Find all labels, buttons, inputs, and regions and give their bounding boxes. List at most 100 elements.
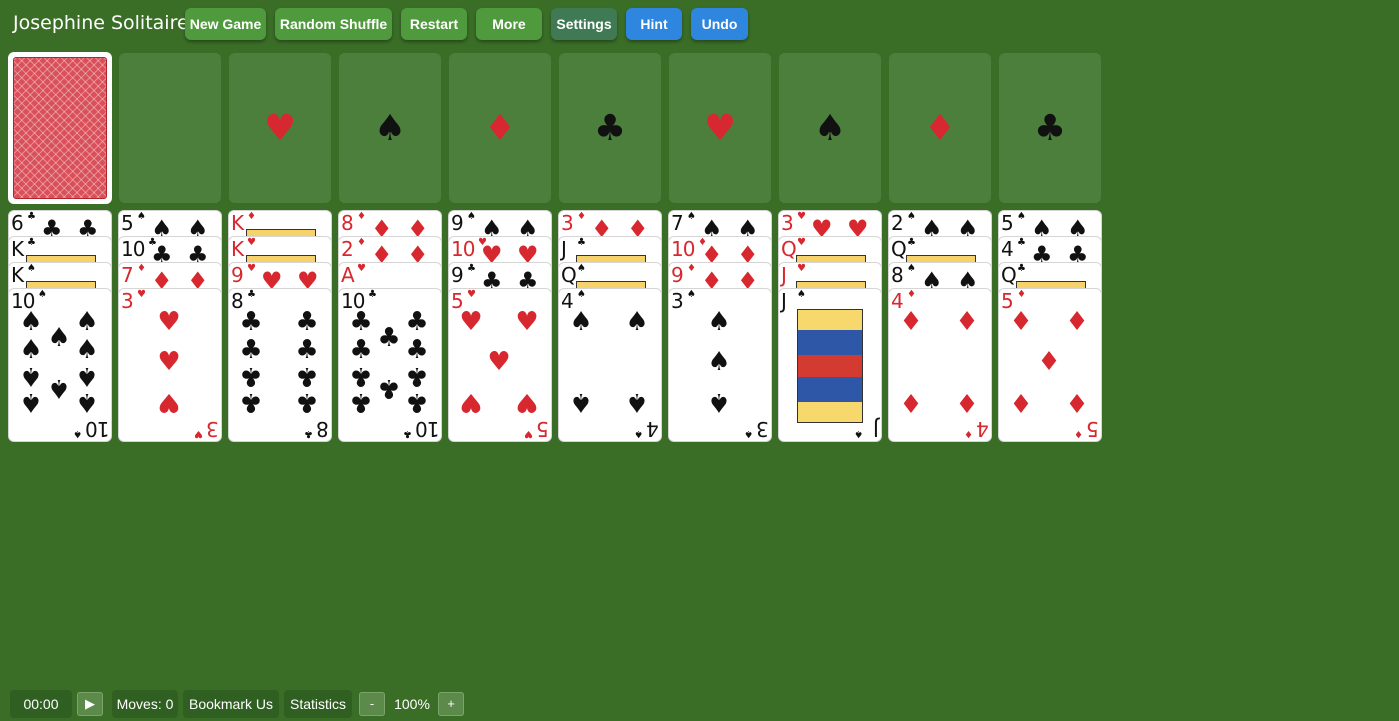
card-pip-icon: ♥ xyxy=(459,307,483,337)
statistics-button[interactable]: Statistics xyxy=(284,690,352,718)
card-pip-icon: ♠ xyxy=(625,307,649,337)
card-suit-bottom-icon: ♥ xyxy=(524,428,533,439)
playing-card[interactable]: 4 ♠ ♠ ♠ ♠ ♠ 4 ♠ xyxy=(559,289,661,441)
waste-pile[interactable] xyxy=(119,53,221,203)
card-suit-icon: ♥ xyxy=(797,211,806,222)
foundation-slot[interactable]: ♦ xyxy=(449,53,551,203)
card-suit-icon: ♥ xyxy=(137,289,146,300)
play-icon[interactable]: ▶ xyxy=(77,692,103,716)
card-suit-icon: ♠ xyxy=(1017,211,1026,222)
card-rank: 9 xyxy=(671,263,684,287)
card-rank: 10 xyxy=(451,237,475,261)
card-suit-icon: ♠ xyxy=(577,289,586,300)
foundation-slot[interactable]: ♠ xyxy=(779,53,881,203)
foundation-suit-icon: ♦ xyxy=(483,108,517,149)
foundation-suit-icon: ♥ xyxy=(703,108,737,149)
card-pip-icon: ♣ xyxy=(295,387,319,417)
undo-button[interactable]: Undo xyxy=(691,8,748,40)
zoom-out-button[interactable]: - xyxy=(359,692,385,716)
more-button[interactable]: More xyxy=(476,8,542,40)
card-rank: Q xyxy=(891,237,907,261)
card-pip-icon: ♣ xyxy=(349,361,373,391)
card-pip-icon: ♠ xyxy=(569,307,593,337)
card-suit-icon: ♥ xyxy=(797,237,806,248)
settings-button[interactable]: Settings xyxy=(551,8,617,40)
playing-card[interactable]: J ♠ J ♠ xyxy=(779,289,881,441)
playing-card[interactable]: 4 ♦ ♦ ♦ ♦ ♦ 4 ♦ xyxy=(889,289,991,441)
card-rank: K xyxy=(231,211,244,235)
card-suit-icon: ♦ xyxy=(687,263,696,274)
status-bar: 00:00 ▶ Moves: 0 Bookmark Us Statistics … xyxy=(0,690,1399,718)
card-rank: A xyxy=(341,263,355,287)
playing-card[interactable]: 5 ♦ ♦ ♦ ♦ ♦ ♦ 5 ♦ xyxy=(999,289,1101,441)
card-suit-icon: ♥ xyxy=(357,263,366,274)
face-card-art xyxy=(797,309,863,423)
card-pip-icon: ♣ xyxy=(349,335,373,365)
card-suit-icon: ♥ xyxy=(467,289,476,300)
playing-card[interactable]: 3 ♥ ♥ ♥ ♥ 3 ♥ xyxy=(119,289,221,441)
zoom-in-button[interactable]: + xyxy=(438,692,464,716)
card-rank: 9 xyxy=(231,263,244,287)
card-rank: 6 xyxy=(11,211,24,235)
zoom-level: 100% xyxy=(394,696,430,712)
card-pip-icon: ♣ xyxy=(349,387,373,417)
card-rank: 8 xyxy=(341,211,354,235)
foundation-slot[interactable]: ♣ xyxy=(559,53,661,203)
card-pip-icon: ♣ xyxy=(239,387,263,417)
restart-button[interactable]: Restart xyxy=(401,8,467,40)
foundation-suit-icon: ♥ xyxy=(263,108,297,149)
bookmark-button[interactable]: Bookmark Us xyxy=(183,690,279,718)
foundation-slot[interactable]: ♠ xyxy=(339,53,441,203)
new-game-button[interactable]: New Game xyxy=(185,8,266,40)
foundation-slot[interactable]: ♦ xyxy=(889,53,991,203)
card-pip-icon: ♠ xyxy=(47,323,71,353)
app-title: Josephine Solitaire xyxy=(13,12,189,34)
playing-card[interactable]: 10 ♣ ♣ ♣ ♣ ♣ ♣ ♣ ♣ ♣ ♣ ♣ 10 ♣ xyxy=(339,289,441,441)
hint-button[interactable]: Hint xyxy=(626,8,682,40)
card-pip-icon: ♣ xyxy=(239,307,263,337)
foundation-slot[interactable]: ♣ xyxy=(999,53,1101,203)
card-pip-icon: ♠ xyxy=(75,307,99,337)
card-pip-icon: ♣ xyxy=(239,335,263,365)
random-shuffle-button[interactable]: Random Shuffle xyxy=(275,8,392,40)
foundation-slot[interactable]: ♥ xyxy=(669,53,771,203)
card-suit-icon: ♦ xyxy=(1017,289,1026,300)
tableau-pile: 7 ♠ ♠ ♠ 10 ♦ ♦ ♦ 9 ♦ ♦ ♦ 3 ♠ ♠ ♠ ♠ 3 ♠ xyxy=(669,211,771,443)
card-rank: 7 xyxy=(121,263,134,287)
card-suit-icon: ♠ xyxy=(797,289,806,300)
card-rank: 3 xyxy=(561,211,574,235)
card-rank: 3 xyxy=(671,289,684,313)
card-suit-bottom-icon: ♠ xyxy=(744,428,753,439)
card-suit-bottom-icon: ♣ xyxy=(403,428,412,439)
card-suit-icon: ♣ xyxy=(1017,263,1026,274)
card-rank: 3 xyxy=(121,289,134,313)
playing-card[interactable]: 8 ♣ ♣ ♣ ♣ ♣ ♣ ♣ ♣ ♣ 8 ♣ xyxy=(229,289,331,441)
playing-card[interactable]: 5 ♥ ♥ ♥ ♥ ♥ ♥ 5 ♥ xyxy=(449,289,551,441)
card-suit-icon: ♠ xyxy=(907,211,916,222)
card-pip-icon: ♦ xyxy=(899,387,923,417)
card-pip-icon: ♣ xyxy=(295,307,319,337)
card-pip-icon: ♦ xyxy=(1065,387,1089,417)
card-pip-icon: ♣ xyxy=(405,335,429,365)
card-rank: 3 xyxy=(781,211,794,235)
tableau-pile: K ♦ K ♥ 9 ♥ ♥ ♥ 8 ♣ ♣ ♣ ♣ ♣ ♣ ♣ ♣ ♣ 8 ♣ xyxy=(229,211,331,443)
card-pip-icon: ♣ xyxy=(405,387,429,417)
card-rank: 10 xyxy=(121,237,145,261)
card-suit-bottom-icon: ♠ xyxy=(73,428,82,439)
tableau-pile: 3 ♦ ♦ ♦ J ♣ Q ♠ 4 ♠ ♠ ♠ ♠ ♠ 4 ♠ xyxy=(559,211,661,443)
card-suit-icon: ♣ xyxy=(577,237,586,248)
card-suit-icon: ♥ xyxy=(797,263,806,274)
card-pip-icon: ♦ xyxy=(899,307,923,337)
card-pip-icon: ♠ xyxy=(19,335,43,365)
playing-card[interactable]: 3 ♠ ♠ ♠ ♠ 3 ♠ xyxy=(669,289,771,441)
card-pip-icon: ♦ xyxy=(1009,307,1033,337)
moves-counter: Moves: 0 xyxy=(112,690,178,718)
foundation-slot[interactable]: ♥ xyxy=(229,53,331,203)
card-suit-icon: ♠ xyxy=(577,263,586,274)
stock-pile[interactable] xyxy=(8,52,112,204)
card-pip-icon: ♠ xyxy=(19,387,43,417)
playing-card[interactable]: 10 ♠ ♠ ♠ ♠ ♠ ♠ ♠ ♠ ♠ ♠ ♠ 10 ♠ xyxy=(9,289,111,441)
card-suit-icon: ♦ xyxy=(247,211,256,222)
card-rank: K xyxy=(11,263,24,287)
card-suit-icon: ♠ xyxy=(687,211,696,222)
